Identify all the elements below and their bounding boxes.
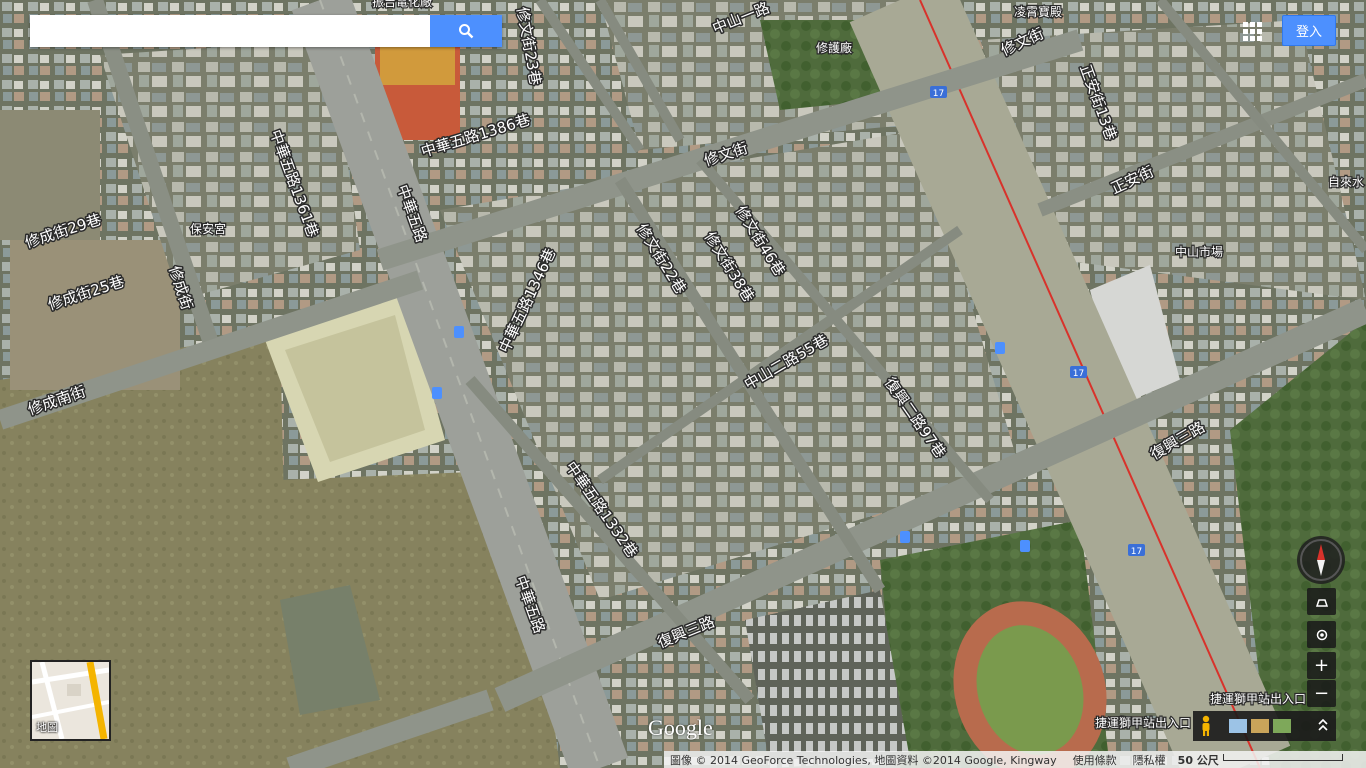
layer-thumbnail[interactable] — [1273, 719, 1291, 733]
bus-stop-icon[interactable] — [1020, 540, 1030, 552]
search-button[interactable] — [430, 15, 502, 47]
poi-label: 凌霄寶殿 — [1014, 4, 1062, 19]
zoom-in-icon: + — [1313, 655, 1330, 676]
bus-stop-icon[interactable] — [900, 531, 910, 543]
highway-shield: 17 — [930, 86, 947, 99]
zoom-in-button[interactable]: + — [1307, 652, 1336, 679]
poi-label: 保安宮 — [190, 221, 226, 236]
highway-shield: 17 — [1070, 366, 1087, 379]
tilt-icon[interactable] — [1307, 588, 1336, 615]
apps-grid-icon[interactable] — [1240, 19, 1264, 43]
pegman-icon[interactable] — [1193, 711, 1219, 741]
scale-bar — [1222, 754, 1343, 761]
poi-label: 振吉電化廠 — [372, 0, 432, 9]
poi-label: 中山市場 — [1175, 244, 1223, 259]
zoom-out-icon: − — [1313, 683, 1330, 704]
bus-stop-icon[interactable] — [432, 387, 442, 399]
google-logo: Google — [648, 715, 713, 740]
terms-link[interactable]: 使用條款 — [1073, 752, 1117, 768]
map-type-toggle[interactable]: 地圖 — [30, 660, 111, 741]
bus-stop-icon[interactable] — [995, 342, 1005, 354]
highway-shield: 17 — [1128, 544, 1145, 557]
zoom-out-button[interactable]: − — [1307, 680, 1336, 707]
poi-label: 捷運獅甲站出入口 — [1210, 692, 1306, 706]
map-canvas[interactable]: 修文街23巷 中山一路 修護廠 凌霄寶殿 修文街 正安街13巷 中華五路1386… — [0, 0, 1366, 768]
signin-button[interactable]: 登入 — [1282, 15, 1336, 46]
search-bar — [30, 15, 502, 47]
chevron-up-icon[interactable] — [1318, 718, 1328, 734]
imagery-credit: 圖像 © 2014 GeoForce Technologies, 地圖資料 ©2… — [670, 753, 1057, 767]
satellite-map[interactable]: 修文街23巷 中山一路 修護廠 凌霄寶殿 修文街 正安街13巷 中華五路1386… — [0, 0, 1366, 768]
poi-label: 修護廠 — [816, 40, 852, 55]
search-icon — [459, 24, 474, 39]
layers-strip — [1193, 711, 1336, 741]
compass-icon[interactable] — [1297, 536, 1345, 584]
scale-label: 50 公尺 — [1177, 753, 1219, 767]
poi-label: 自來水 — [1328, 175, 1364, 189]
poi-label: 捷運獅甲站出入口 — [1095, 716, 1191, 730]
layer-thumbnail[interactable] — [1251, 719, 1269, 733]
search-input[interactable] — [30, 15, 430, 47]
bus-stop-icon[interactable] — [454, 326, 464, 338]
minimap-label: 地圖 — [36, 721, 58, 734]
svg-text:17: 17 — [933, 89, 944, 99]
footer: 圖像 © 2014 GeoForce Technologies, 地圖資料 ©2… — [664, 751, 1366, 768]
svg-text:17: 17 — [1073, 369, 1084, 379]
my-location-icon[interactable] — [1307, 621, 1336, 648]
layer-thumbnail[interactable] — [1229, 719, 1247, 733]
privacy-link[interactable]: 隱私權 — [1133, 752, 1166, 768]
svg-text:17: 17 — [1131, 547, 1142, 557]
